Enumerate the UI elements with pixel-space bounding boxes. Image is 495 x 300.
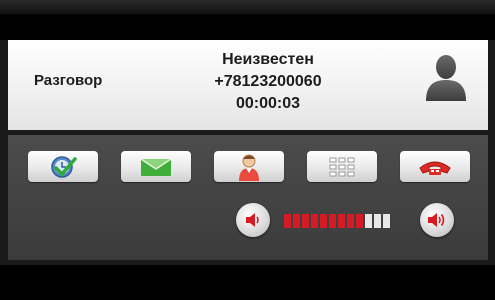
history-button[interactable] — [28, 151, 98, 182]
bottom-bar — [0, 265, 495, 300]
phone-hangup-icon — [419, 161, 451, 175]
volume-segment-on — [356, 214, 363, 228]
clock-check-icon — [51, 155, 77, 178]
speaker-low-icon — [246, 213, 259, 227]
caller-info: Неизвестен +78123200060 00:00:03 — [168, 49, 368, 115]
avatar-icon — [424, 53, 468, 103]
top-bar — [0, 0, 495, 40]
caller-number: +78123200060 — [214, 73, 322, 90]
volume-segment-on — [302, 214, 309, 228]
message-button[interactable] — [121, 151, 191, 182]
volume-segment-off — [383, 214, 390, 228]
volume-segment-off — [374, 214, 381, 228]
volume-segment-off — [365, 214, 372, 228]
volume-down-button[interactable] — [236, 203, 270, 237]
volume-segment-on — [338, 214, 345, 228]
speaker-high-icon — [428, 213, 445, 227]
call-info-panel: Разговор Неизвестен +78123200060 00:00:0… — [8, 40, 488, 130]
volume-level-meter[interactable] — [284, 214, 390, 228]
volume-segment-on — [311, 214, 318, 228]
hangup-button[interactable] — [400, 151, 470, 182]
caller-name: Неизвестен — [222, 51, 314, 68]
keypad-icon — [329, 157, 355, 176]
call-duration: 00:00:03 — [235, 95, 301, 112]
envelope-icon — [140, 157, 172, 176]
volume-segment-on — [284, 214, 291, 228]
contact-button[interactable] — [214, 151, 284, 182]
call-status-label: Разговор — [34, 72, 103, 89]
volume-segment-on — [329, 214, 336, 228]
volume-segment-on — [293, 214, 300, 228]
call-controls-panel — [8, 135, 488, 260]
person-icon — [239, 154, 259, 181]
volume-segment-on — [347, 214, 354, 228]
volume-segment-on — [320, 214, 327, 228]
volume-up-button[interactable] — [420, 203, 454, 237]
keypad-button[interactable] — [307, 151, 377, 182]
